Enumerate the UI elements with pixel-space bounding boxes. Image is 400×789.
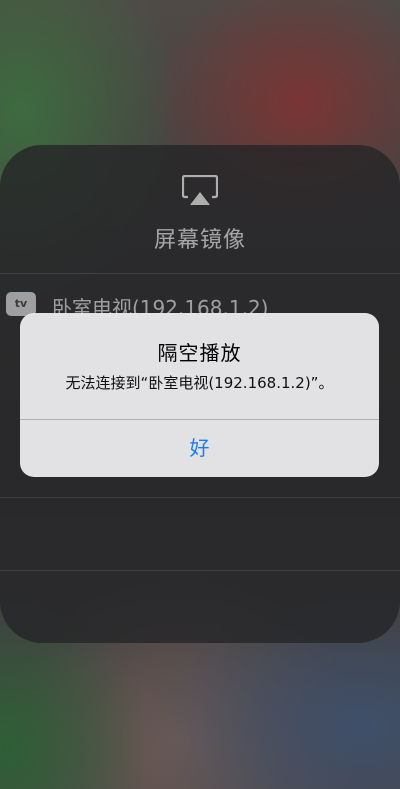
alert-title: 隔空播放 bbox=[157, 341, 242, 365]
panel-divider bbox=[0, 273, 400, 274]
airplay-alert-dialog: 隔空播放 无法连接到“卧室电视(192.168.1.2)”。 好 bbox=[20, 313, 379, 477]
alert-message: 无法连接到“卧室电视(192.168.1.2)”。 bbox=[65, 374, 334, 392]
panel-divider bbox=[0, 570, 400, 571]
ok-button[interactable]: 好 bbox=[20, 420, 379, 477]
panel-title: 屏幕镜像 bbox=[153, 228, 246, 253]
airplay-icon bbox=[182, 175, 218, 205]
device-badge-text: tv bbox=[14, 297, 28, 310]
panel-divider bbox=[0, 497, 400, 498]
